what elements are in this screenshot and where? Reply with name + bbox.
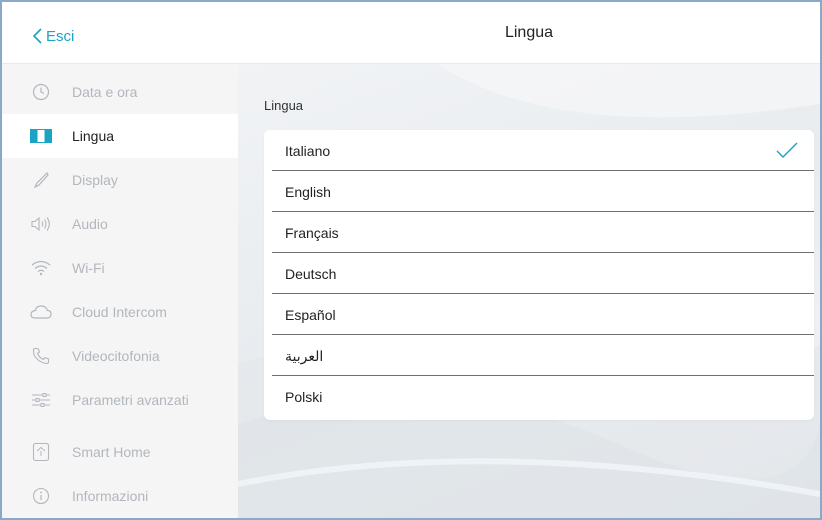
language-option-polski[interactable]: Polski [264, 376, 814, 420]
smart-home-icon [30, 441, 52, 463]
sidebar-item-label: Lingua [72, 128, 115, 144]
info-icon [30, 485, 52, 507]
language-option-arabic[interactable]: العربية [264, 335, 814, 376]
language-option-deutsch[interactable]: Deutsch [264, 253, 814, 294]
sidebar-item-cloud-intercom[interactable]: Cloud Intercom [2, 290, 238, 334]
back-button[interactable]: Esci [32, 24, 74, 48]
sidebar-item-label: Videocitofonia [72, 348, 160, 364]
sidebar-item-wifi[interactable]: Wi-Fi [2, 246, 238, 290]
language-name: العربية [285, 348, 324, 364]
language-option-italiano[interactable]: Italiano [264, 130, 814, 171]
sidebar-item-label: Cloud Intercom [72, 304, 167, 320]
chevron-left-icon [32, 28, 42, 44]
header-bar: Esci Lingua [2, 2, 820, 64]
cloud-icon [30, 301, 52, 323]
sidebar-item-display[interactable]: Display [2, 158, 238, 202]
language-option-english[interactable]: English [264, 171, 814, 212]
language-name: Español [285, 307, 336, 323]
language-name: English [285, 184, 331, 200]
sidebar-item-label: Wi-Fi [72, 260, 105, 276]
sidebar-item-label: Informazioni [72, 488, 149, 504]
language-name: Italiano [285, 143, 331, 159]
sidebar-item-label: Audio [72, 216, 108, 232]
speaker-icon [30, 213, 52, 235]
language-icon [30, 125, 52, 147]
phone-icon [30, 345, 52, 367]
sidebar-item-videocitofonia[interactable]: Videocitofonia [2, 334, 238, 378]
wifi-icon [30, 257, 52, 279]
sidebar-item-audio[interactable]: Audio [2, 202, 238, 246]
sidebar-item-lingua[interactable]: Lingua [2, 114, 238, 158]
language-list: Italiano English Français Deutsch Españo… [264, 130, 814, 420]
sidebar-item-label: Smart Home [72, 444, 151, 460]
sidebar-item-data-e-ora[interactable]: Data e ora [2, 70, 238, 114]
sidebar-item-smart-home[interactable]: Smart Home [2, 430, 238, 474]
language-name: Polski [285, 389, 323, 405]
main-panel: Lingua Italiano English Français Deutsch… [238, 64, 820, 518]
check-icon [776, 142, 798, 158]
sidebar: Data e ora Lingua Display Audio Wi-Fi Cl… [2, 64, 238, 518]
sidebar-item-informazioni[interactable]: Informazioni [2, 474, 238, 518]
page-title: Lingua [504, 24, 554, 41]
brush-icon [30, 169, 52, 191]
language-option-francais[interactable]: Français [264, 212, 814, 253]
sidebar-item-label: Parametri avanzati [72, 392, 189, 408]
clock-icon [30, 81, 52, 103]
language-name: Deutsch [285, 266, 337, 282]
sidebar-item-label: Display [72, 172, 118, 188]
language-name: Français [285, 225, 339, 241]
back-button-label: Esci [46, 27, 75, 45]
language-option-espanol[interactable]: Español [264, 294, 814, 335]
sliders-icon [30, 389, 52, 411]
sidebar-item-parametri-avanzati[interactable]: Parametri avanzati [2, 378, 238, 422]
sidebar-item-label: Data e ora [72, 84, 138, 100]
settings-window: Esci Lingua Data e ora Lingua Display Au… [0, 0, 822, 520]
section-label: Lingua [264, 98, 304, 113]
